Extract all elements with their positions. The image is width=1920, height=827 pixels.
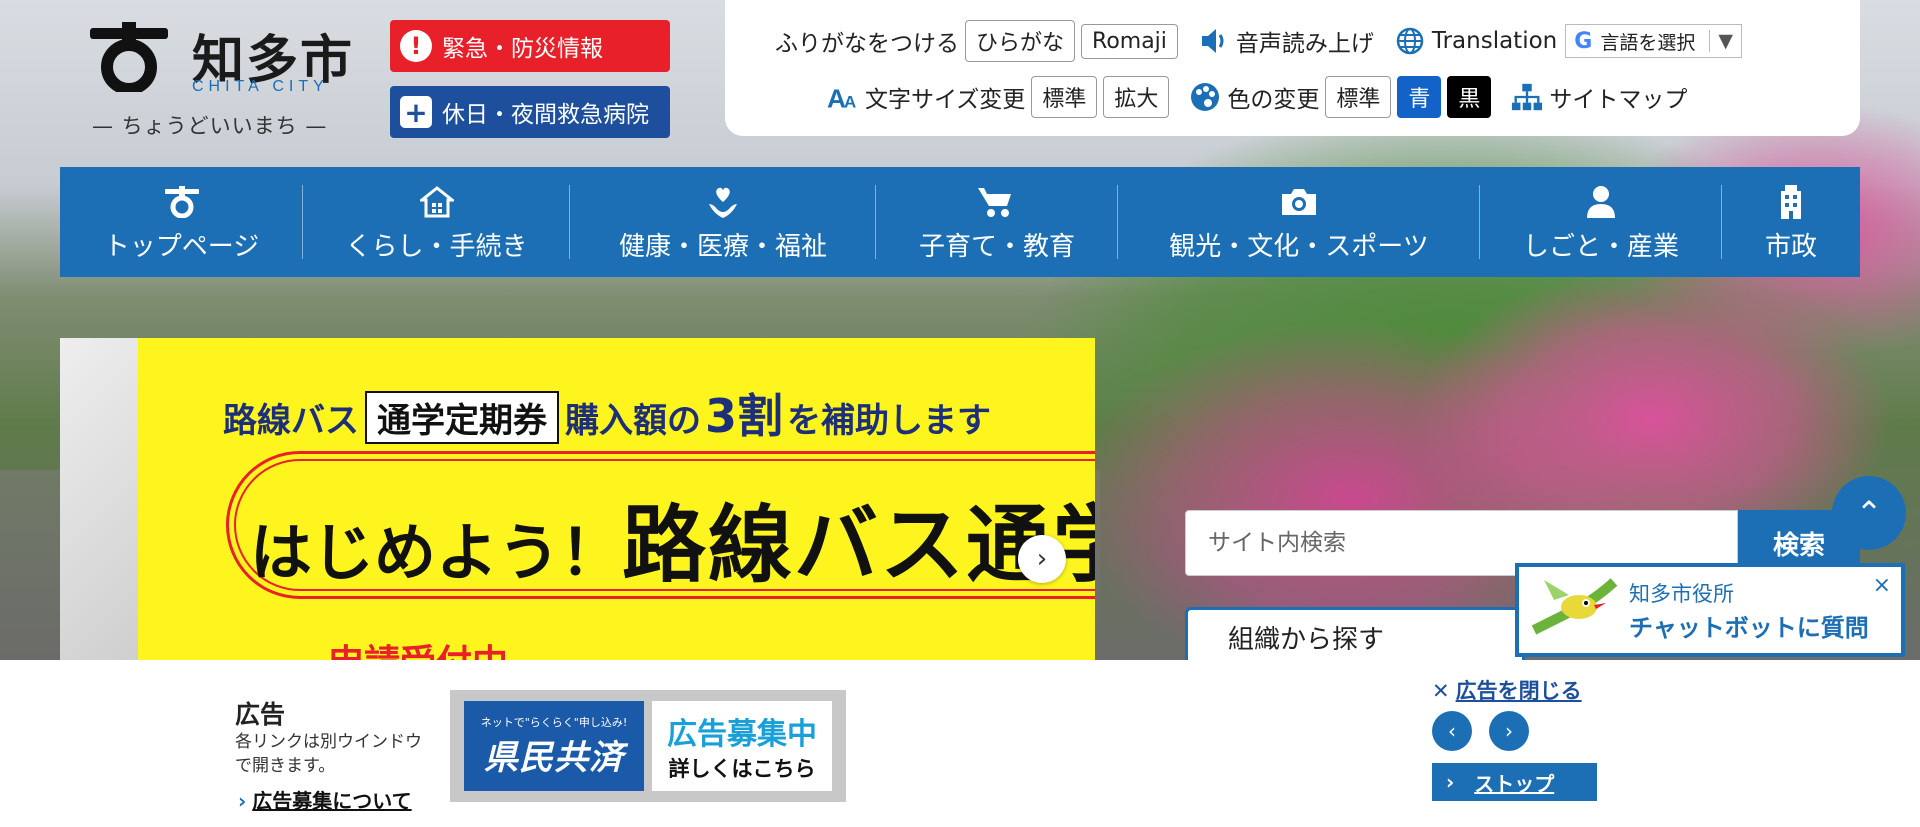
font-size-label: 文字サイズ変更 bbox=[865, 87, 1026, 113]
banner-image: 路線バス通学定期券購入額の3割を補助します はじめよう！路線バス通学 申請受付中 bbox=[138, 338, 1095, 660]
nav-item-living[interactable]: くらし・手続き bbox=[303, 167, 570, 277]
hiragana-button[interactable]: ひらがな bbox=[965, 20, 1076, 62]
city-emblem-icon bbox=[164, 182, 200, 222]
logo-tagline: — ちょうどいいまち — bbox=[92, 114, 328, 138]
nav-item-label: くらし・手続き bbox=[345, 231, 528, 262]
chatbot-text: 知多市役所 チャットボットに質問 bbox=[1629, 578, 1869, 643]
ad1-subtext: ネットで"らくらく"申し込み! bbox=[480, 715, 628, 729]
chevron-right-icon: › bbox=[238, 789, 247, 813]
house-icon bbox=[419, 182, 454, 222]
color-change-label: 色の変更 bbox=[1227, 87, 1320, 113]
chatbot-line-2: チャットボットに質問 bbox=[1629, 613, 1869, 642]
nav-item-city-admin[interactable]: 市政 bbox=[1722, 167, 1860, 277]
hospital-label: 休日・夜間救急病院 bbox=[442, 102, 649, 128]
banner-line-2: はじめよう！路線バス通学 bbox=[250, 496, 1095, 594]
nav-item-work[interactable]: しごと・産業 bbox=[1480, 167, 1722, 277]
dropdown-arrow-icon: ▼ bbox=[1709, 30, 1733, 52]
nav-item-label: トップページ bbox=[103, 231, 260, 262]
font-standard-button[interactable]: 標準 bbox=[1031, 76, 1098, 118]
hospital-button[interactable]: + 休日・夜間救急病院 bbox=[390, 86, 670, 138]
utility-row-2: AA 文字サイズ変更 標準 拡大 色の変更 標準 青 黒 サイトマップ bbox=[827, 76, 1687, 118]
ad-note: 各リンクは別ウインドウで開きます。 bbox=[235, 732, 422, 776]
ad-close-link[interactable]: ✕ 広告を閉じる bbox=[1432, 675, 1582, 705]
building-icon bbox=[1776, 182, 1806, 222]
language-select[interactable]: G 言語を選択 ▼ bbox=[1565, 24, 1742, 58]
utility-panel: ふりがなをつける ひらがな Romaji 音声読み上げ Translation … bbox=[725, 0, 1860, 136]
translation-label: Translation bbox=[1431, 28, 1558, 54]
site-logo[interactable]: 知多市 CHITA CITY — ちょうどいいまち — bbox=[88, 18, 358, 138]
camera-icon bbox=[1280, 182, 1318, 222]
nav-item-childcare[interactable]: 子育て・教育 bbox=[876, 167, 1118, 277]
city-emblem-icon bbox=[90, 22, 168, 92]
global-nav: トップページ くらし・手続き 健康・医療・福祉 子育て・教育 観光・文化・スポー… bbox=[60, 167, 1860, 277]
palette-icon bbox=[1189, 81, 1221, 113]
banner-previous-slide-peek bbox=[60, 338, 138, 660]
voice-reading-link[interactable]: 音声読み上げ bbox=[1236, 24, 1374, 58]
nav-item-label: 健康・医療・福祉 bbox=[618, 231, 827, 262]
ad-title: 広告 bbox=[235, 700, 286, 729]
org-search-button[interactable]: 組織から探す bbox=[1185, 607, 1525, 667]
font-large-button[interactable]: 拡大 bbox=[1103, 76, 1170, 118]
close-icon: ✕ bbox=[1432, 679, 1450, 703]
chevron-right-icon: › bbox=[1036, 544, 1048, 574]
language-select-label: 言語を選択 bbox=[1600, 31, 1696, 54]
svg-text:A: A bbox=[844, 92, 856, 111]
org-search-label: 組織から探す bbox=[1228, 624, 1385, 655]
romaji-button[interactable]: Romaji bbox=[1081, 23, 1178, 59]
chatbot-widget[interactable]: 知多市役所 チャットボットに質問 × bbox=[1515, 563, 1905, 657]
logo-english: CHITA CITY bbox=[192, 78, 329, 95]
sitemap-link[interactable]: サイトマップ bbox=[1549, 80, 1687, 114]
banner-line-1: 路線バス 通学定期券 購入額の3割 を補助します bbox=[223, 389, 992, 444]
nav-item-health[interactable]: 健康・医療・福祉 bbox=[570, 167, 876, 277]
ad2-title: 広告募集中 bbox=[667, 717, 817, 752]
nav-item-tourism[interactable]: 観光・文化・スポーツ bbox=[1118, 167, 1480, 277]
color-black-button[interactable]: 黒 bbox=[1447, 76, 1492, 118]
ad-recruit-link[interactable]: › 広告募集について bbox=[238, 785, 412, 814]
first-aid-icon: + bbox=[400, 96, 432, 129]
exclamation-icon: ! bbox=[400, 30, 432, 62]
nav-item-top[interactable]: トップページ bbox=[60, 167, 303, 277]
globe-icon bbox=[1394, 25, 1426, 57]
stroller-icon bbox=[977, 182, 1017, 222]
banner-line-3: 申請受付中 bbox=[328, 634, 508, 660]
chatbot-line-1: 知多市役所 bbox=[1629, 581, 1734, 606]
google-icon: G bbox=[1574, 28, 1593, 54]
speaker-icon bbox=[1198, 25, 1230, 57]
ad2-subtext: 詳しくはこちら bbox=[668, 757, 816, 781]
page-top-button[interactable]: ⌃ bbox=[1832, 476, 1906, 550]
heart-hand-icon bbox=[706, 182, 740, 222]
nav-item-label: 子育て・教育 bbox=[918, 231, 1075, 262]
chatbot-close-icon[interactable]: × bbox=[1873, 573, 1891, 598]
emergency-label: 緊急・防災情報 bbox=[442, 36, 603, 62]
nav-item-label: 観光・文化・スポーツ bbox=[1169, 231, 1429, 262]
nav-item-label: 市政 bbox=[1764, 231, 1817, 262]
sitemap-icon bbox=[1511, 81, 1543, 113]
chevron-right-icon: › bbox=[1446, 770, 1455, 794]
nav-item-label: しごと・産業 bbox=[1522, 231, 1679, 262]
chatbot-mascot-icon bbox=[1519, 570, 1629, 650]
furigana-label: ふりがなをつける bbox=[775, 31, 959, 57]
banner-next-button[interactable]: › bbox=[1018, 535, 1066, 583]
person-icon bbox=[1585, 182, 1617, 222]
chevron-up-icon: ⌃ bbox=[1855, 494, 1883, 532]
utility-row-1: ふりがなをつける ひらがな Romaji 音声読み上げ Translation … bbox=[775, 20, 1742, 62]
ad1-title: 県民共済 bbox=[484, 737, 624, 778]
ad-prev-button[interactable]: ‹ bbox=[1432, 711, 1472, 751]
ad-stop-button[interactable]: › ストップ bbox=[1432, 763, 1597, 801]
ad-next-button[interactable]: › bbox=[1489, 711, 1529, 751]
ad-banner-kenmin-kyosai[interactable]: ネットで"らくらく"申し込み! 県民共済 bbox=[464, 701, 644, 791]
chevron-left-icon: ‹ bbox=[1448, 719, 1456, 743]
chevron-right-icon: › bbox=[1505, 719, 1513, 743]
color-blue-button[interactable]: 青 bbox=[1397, 76, 1442, 118]
emergency-info-button[interactable]: ! 緊急・防災情報 bbox=[390, 20, 670, 72]
color-standard-button[interactable]: 標準 bbox=[1325, 76, 1392, 118]
text-size-icon: AA bbox=[827, 81, 859, 113]
ad-banner-recruiting[interactable]: 広告募集中 詳しくはこちら bbox=[652, 701, 832, 791]
hero-banner-slide[interactable]: 路線バス通学定期券購入額の3割を補助します はじめよう！路線バス通学 申請受付中 bbox=[60, 338, 1095, 660]
